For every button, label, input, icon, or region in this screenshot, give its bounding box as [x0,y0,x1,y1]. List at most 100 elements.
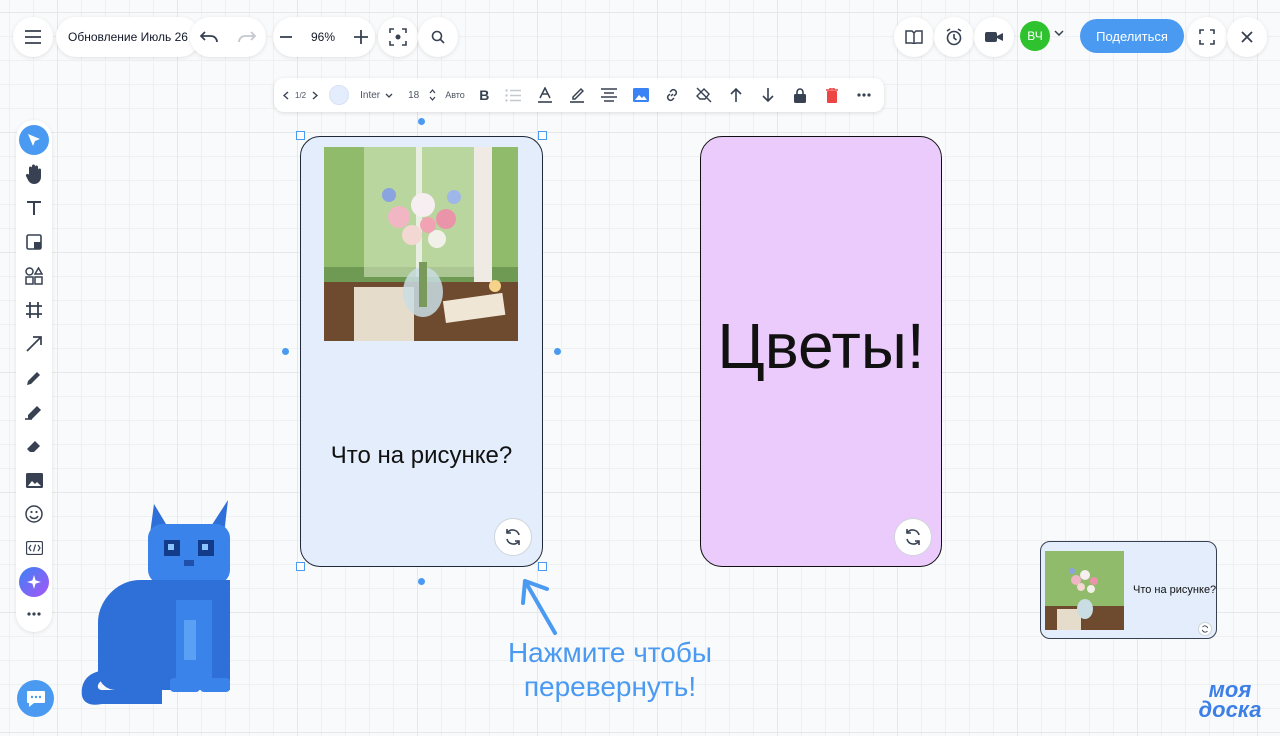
align-button[interactable] [597,81,620,109]
flashcard-back[interactable]: Цветы! [700,136,942,567]
next-page-button[interactable] [312,81,319,109]
eraser-tool[interactable] [19,431,49,461]
lock-icon [793,87,806,103]
select-tool[interactable] [19,125,49,155]
clear-format-icon [696,87,712,103]
book-button[interactable] [894,17,934,57]
flashcard-question: Что на рисунке? [330,442,513,469]
pixel-cat-sticker[interactable] [80,500,232,708]
brand-logo: моя доска [1190,679,1270,721]
video-call-button[interactable] [974,17,1014,57]
image-button[interactable] [629,81,652,109]
connector-handle[interactable] [282,348,289,355]
chat-button[interactable] [17,680,54,717]
fit-view-button[interactable] [378,17,418,57]
marker-tool[interactable] [19,397,49,427]
up-down-arrows-icon [429,89,436,101]
embed-code-tool[interactable] [19,533,49,563]
shapes-icon [25,267,43,285]
connector-handle[interactable] [554,348,561,355]
resize-handle[interactable] [296,562,305,571]
zoom-level[interactable]: 96% [306,30,340,44]
text-color-icon [538,87,553,103]
zoom-out-button[interactable] [280,31,292,43]
close-button[interactable] [1227,17,1267,57]
pen-tool[interactable] [19,363,49,393]
cursor-arrow-icon [28,134,40,146]
hand-icon [25,164,41,184]
flip-rotate-icon [1201,625,1209,633]
page-indicator: 1/2 [295,90,307,100]
code-icon [25,541,43,555]
share-button[interactable]: Поделиться [1080,19,1184,53]
preview-question: Что на рисунке? [1133,584,1217,596]
focus-frame-icon [389,28,407,46]
auto-size-button[interactable]: Авто [445,81,465,109]
hint-arrow [521,579,557,635]
undo-button[interactable] [200,31,218,43]
preview-flip-button[interactable] [1198,622,1212,636]
flashcard-answer: Цветы! [717,310,925,382]
board-title[interactable]: Обновление Июль 26 [56,30,200,44]
tools-sidebar [16,120,52,632]
more-tools-button[interactable] [19,599,49,629]
resize-handle[interactable] [296,131,305,140]
font-size-stepper[interactable] [429,81,436,109]
resize-handle[interactable] [538,131,547,140]
hand-tool[interactable] [19,159,49,189]
arrow-down-icon [762,88,774,102]
fullscreen-button[interactable] [1187,17,1227,57]
connector-handle[interactable] [418,578,425,585]
connector-handle[interactable] [418,118,425,125]
frame-hash-icon [26,302,42,318]
image-icon [632,88,649,102]
text-color-button[interactable] [534,81,557,109]
font-family-select[interactable]: Inter [360,81,393,109]
avatar-menu-toggle[interactable] [1054,30,1064,36]
prev-page-button[interactable] [283,81,289,109]
image-tool[interactable] [19,465,49,495]
arrow-tool[interactable] [19,329,49,359]
user-avatar[interactable]: ВЧ [1020,21,1050,51]
diagonal-arrow-icon [26,336,42,352]
redo-button[interactable] [238,31,256,43]
highlight-button[interactable] [565,81,588,109]
flip-card-button[interactable] [894,518,932,556]
text-tool[interactable] [19,193,49,223]
redo-icon [238,31,256,43]
eraser-format-button[interactable] [693,81,716,109]
sticky-note-tool[interactable] [19,227,49,257]
timer-button[interactable] [934,17,974,57]
shapes-tool[interactable] [19,261,49,291]
more-horizontal-icon [27,612,41,616]
card-preview-thumbnail[interactable]: Что на рисунке? [1040,541,1217,639]
sparkle-icon [27,575,41,589]
font-size-input[interactable]: 18 [404,81,423,109]
emoji-tool[interactable] [19,499,49,529]
bring-forward-button[interactable] [725,81,748,109]
menu-button[interactable] [13,17,53,57]
ai-assistant-tool[interactable] [19,567,49,597]
search-button[interactable] [418,17,458,57]
resize-handle[interactable] [538,562,547,571]
link-icon [667,88,678,102]
hint-line-2: перевернуть! [523,671,697,702]
marker-icon [25,406,41,420]
fill-color-button[interactable] [329,81,350,109]
search-icon [431,30,445,44]
hint-text: Нажмите чтобы перевернуть! [480,636,740,704]
flashcard-front[interactable]: Что на рисунке? [300,136,543,567]
zoom-in-button[interactable] [354,30,368,44]
link-button[interactable] [661,81,684,109]
frame-tool[interactable] [19,295,49,325]
more-options-button[interactable] [852,81,875,109]
chevron-down-icon [385,93,393,98]
lock-button[interactable] [789,81,812,109]
delete-button[interactable] [820,81,843,109]
flip-card-button[interactable] [494,518,532,556]
more-horizontal-icon [857,93,871,97]
bold-button[interactable]: B [474,81,495,109]
send-backward-button[interactable] [757,81,780,109]
list-button[interactable] [502,81,525,109]
board-title-pill[interactable]: Обновление Июль 26 [56,17,200,57]
